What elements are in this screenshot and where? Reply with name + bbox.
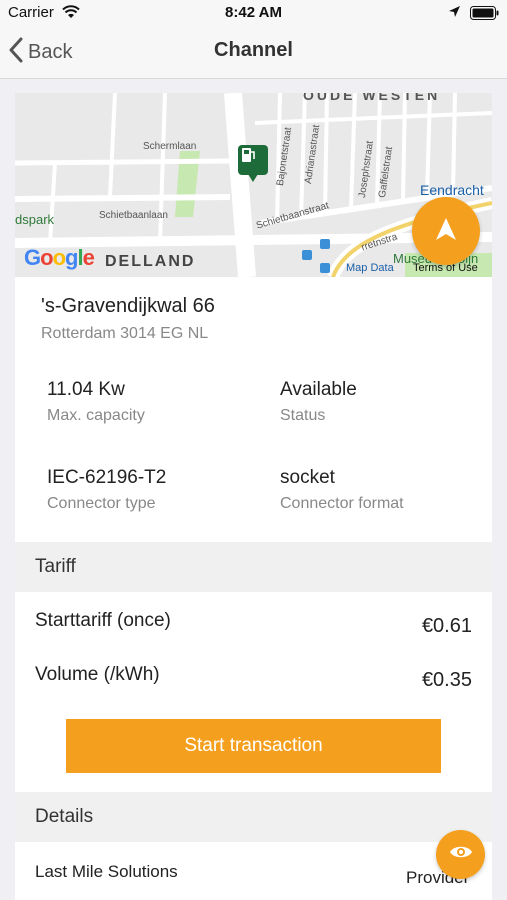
map-area-label: DELLAND xyxy=(105,253,196,270)
toggle-visibility-button[interactable] xyxy=(436,830,485,879)
back-button[interactable]: Back xyxy=(8,37,73,68)
google-logo: Google xyxy=(24,245,95,270)
tariff-heading: Tariff xyxy=(35,556,76,577)
address-city: Rotterdam 3014 EG NL xyxy=(41,325,209,342)
map-label: Schermlaan xyxy=(143,141,197,152)
start-transaction-button[interactable]: Start transaction xyxy=(66,719,441,773)
map-label: dspark xyxy=(15,212,55,227)
capacity-label: Max. capacity xyxy=(47,407,145,424)
capacity-value: 11.04 Kw xyxy=(47,379,125,400)
navigation-bar: Back Channel xyxy=(0,26,507,79)
chevron-left-icon xyxy=(8,37,24,68)
connector-format-label: Connector format xyxy=(280,495,404,512)
tariff-row-label: Starttariff (once) xyxy=(35,610,171,631)
tariff-row-value: €0.61 xyxy=(421,615,472,637)
connector-type-value: IEC-62196-T2 xyxy=(47,467,167,488)
address-street: 's-Gravendijkwal 66 xyxy=(41,295,215,317)
status-bar: Carrier 8:42 AM xyxy=(0,0,507,26)
details-section-header: Details xyxy=(15,792,492,842)
connector-type-label: Connector type xyxy=(47,495,156,512)
eye-icon xyxy=(449,844,473,865)
provider-name: Last Mile Solutions xyxy=(35,862,178,881)
tariff-row-label: Volume (/kWh) xyxy=(35,664,160,685)
map-label: Eendracht xyxy=(420,182,484,198)
navigate-button[interactable] xyxy=(412,197,480,265)
navigation-arrow-icon xyxy=(435,217,457,246)
map-label: Schietbaanlaan xyxy=(99,210,168,221)
map-data-link[interactable]: Map Data xyxy=(346,262,394,274)
map-label: OUDE WESTEN xyxy=(303,93,441,103)
back-label: Back xyxy=(28,40,73,63)
location-arrow-icon xyxy=(448,5,461,22)
status-label: Status xyxy=(280,407,326,424)
connector-format-value: socket xyxy=(280,467,335,488)
charging-station-icon[interactable] xyxy=(238,145,268,182)
tariff-row-value: €0.35 xyxy=(421,669,472,691)
clock: 8:42 AM xyxy=(225,4,282,21)
details-heading: Details xyxy=(35,806,94,827)
page-title: Channel xyxy=(214,39,293,61)
tariff-section-header: Tariff xyxy=(15,542,492,592)
battery-icon xyxy=(470,6,500,24)
status-value: Available xyxy=(280,379,357,400)
